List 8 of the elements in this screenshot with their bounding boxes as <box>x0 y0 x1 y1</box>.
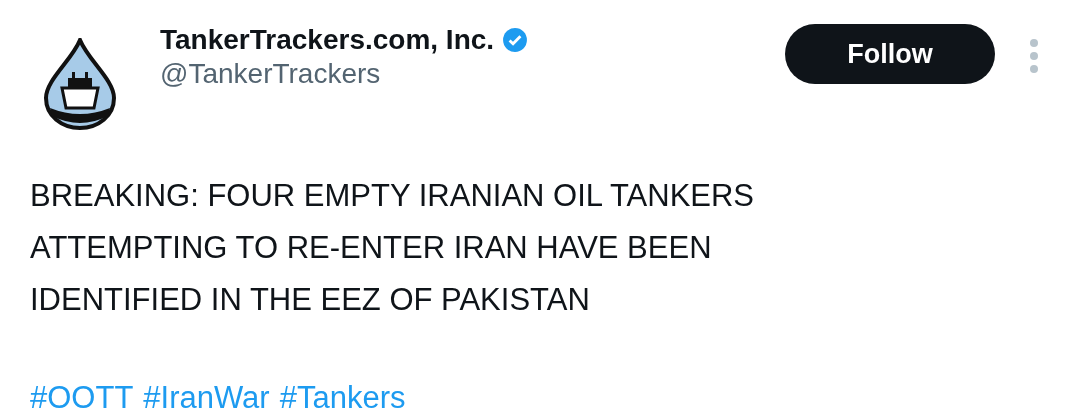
more-options-icon[interactable] <box>1029 38 1039 74</box>
follow-button[interactable]: Follow <box>785 24 995 84</box>
post-text-line: IDENTIFIED IN THE EEZ OF PAKISTAN <box>30 281 591 319</box>
account-name[interactable]: TankerTrackers.com, Inc. <box>160 24 495 56</box>
drop-ship-logo-icon <box>42 38 118 130</box>
post-text-line: ATTEMPTING TO RE-ENTER IRAN HAVE BEEN <box>30 229 713 267</box>
post-text-line: BREAKING: FOUR EMPTY IRANIAN OIL TANKERS <box>30 177 756 215</box>
account-handle[interactable]: @TankerTrackers <box>160 58 529 90</box>
